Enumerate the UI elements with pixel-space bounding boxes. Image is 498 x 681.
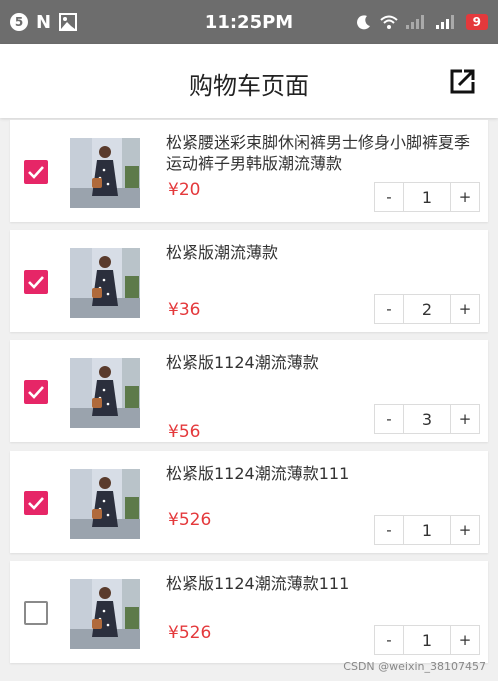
- quantity-stepper[interactable]: -1 +: [374, 515, 480, 545]
- checkbox-checked[interactable]: [24, 380, 48, 404]
- increment-button[interactable]: +: [451, 183, 479, 211]
- watermark: CSDN @weixin_38107457: [343, 660, 486, 673]
- quantity-stepper[interactable]: -1 +: [374, 182, 480, 212]
- increment-button[interactable]: +: [451, 405, 479, 433]
- quantity-value[interactable]: 1: [403, 626, 451, 654]
- cart-item[interactable]: 松紧腰迷彩束脚休闲裤男士修身小脚裤夏季运动裤子男韩版潮流薄款 ¥20 -1 +: [10, 120, 488, 222]
- product-title[interactable]: 松紧版1124潮流薄款: [166, 352, 478, 373]
- cart-item[interactable]: 松紧版1124潮流薄款111 ¥526 -1 +: [10, 451, 488, 553]
- checkmark-icon: [28, 166, 44, 179]
- product-title[interactable]: 松紧版1124潮流薄款111: [166, 573, 478, 594]
- product-price: ¥526: [168, 623, 212, 643]
- product-title[interactable]: 松紧版1124潮流薄款111: [166, 463, 478, 484]
- product-image[interactable]: [70, 469, 140, 539]
- decrement-button[interactable]: -: [375, 626, 403, 654]
- checkbox-checked[interactable]: [24, 160, 48, 184]
- product-image[interactable]: [70, 248, 140, 318]
- cart-item[interactable]: 松紧版潮流薄款 ¥36 -2 +: [10, 230, 488, 332]
- checkbox-checked[interactable]: [24, 270, 48, 294]
- increment-button[interactable]: +: [451, 626, 479, 654]
- product-photo-icon: [70, 138, 140, 208]
- status-time: 11:25PM: [204, 11, 294, 33]
- product-title[interactable]: 松紧版潮流薄款: [166, 242, 478, 263]
- product-photo-icon: [70, 579, 140, 649]
- checkmark-icon: [28, 276, 44, 289]
- quantity-stepper[interactable]: -2 +: [374, 294, 480, 324]
- external-edit-icon[interactable]: [448, 68, 476, 96]
- checkbox-checked[interactable]: [24, 491, 48, 515]
- quantity-value[interactable]: 1: [403, 516, 451, 544]
- quantity-value[interactable]: 1: [403, 183, 451, 211]
- product-photo-icon: [70, 469, 140, 539]
- product-price: ¥56: [168, 422, 201, 442]
- quantity-stepper[interactable]: -3 +: [374, 404, 480, 434]
- product-image[interactable]: [70, 138, 140, 208]
- product-image[interactable]: [70, 358, 140, 428]
- page-title: 购物车页面: [189, 72, 309, 100]
- increment-button[interactable]: +: [451, 516, 479, 544]
- decrement-button[interactable]: -: [375, 183, 403, 211]
- decrement-button[interactable]: -: [375, 295, 403, 323]
- quantity-value[interactable]: 2: [403, 295, 451, 323]
- status-bar: 5 N 11:25PM 9: [0, 0, 498, 44]
- checkbox-unchecked[interactable]: [24, 601, 48, 625]
- checkmark-icon: [28, 497, 44, 510]
- checkmark-icon: [28, 386, 44, 399]
- product-photo-icon: [70, 358, 140, 428]
- cart-item[interactable]: 松紧版1124潮流薄款111 ¥526 -1 +: [10, 561, 488, 663]
- product-image[interactable]: [70, 579, 140, 649]
- cart-item[interactable]: 松紧版1124潮流薄款 ¥56 -3 +: [10, 340, 488, 442]
- decrement-button[interactable]: -: [375, 405, 403, 433]
- quantity-stepper[interactable]: -1 +: [374, 625, 480, 655]
- product-price: ¥526: [168, 510, 212, 530]
- product-price: ¥20: [168, 180, 201, 200]
- product-photo-icon: [70, 248, 140, 318]
- product-title[interactable]: 松紧腰迷彩束脚休闲裤男士修身小脚裤夏季运动裤子男韩版潮流薄款: [166, 132, 478, 174]
- decrement-button[interactable]: -: [375, 516, 403, 544]
- quantity-value[interactable]: 3: [403, 405, 451, 433]
- increment-button[interactable]: +: [451, 295, 479, 323]
- app-header: 购物车页面: [0, 44, 498, 118]
- product-price: ¥36: [168, 300, 201, 320]
